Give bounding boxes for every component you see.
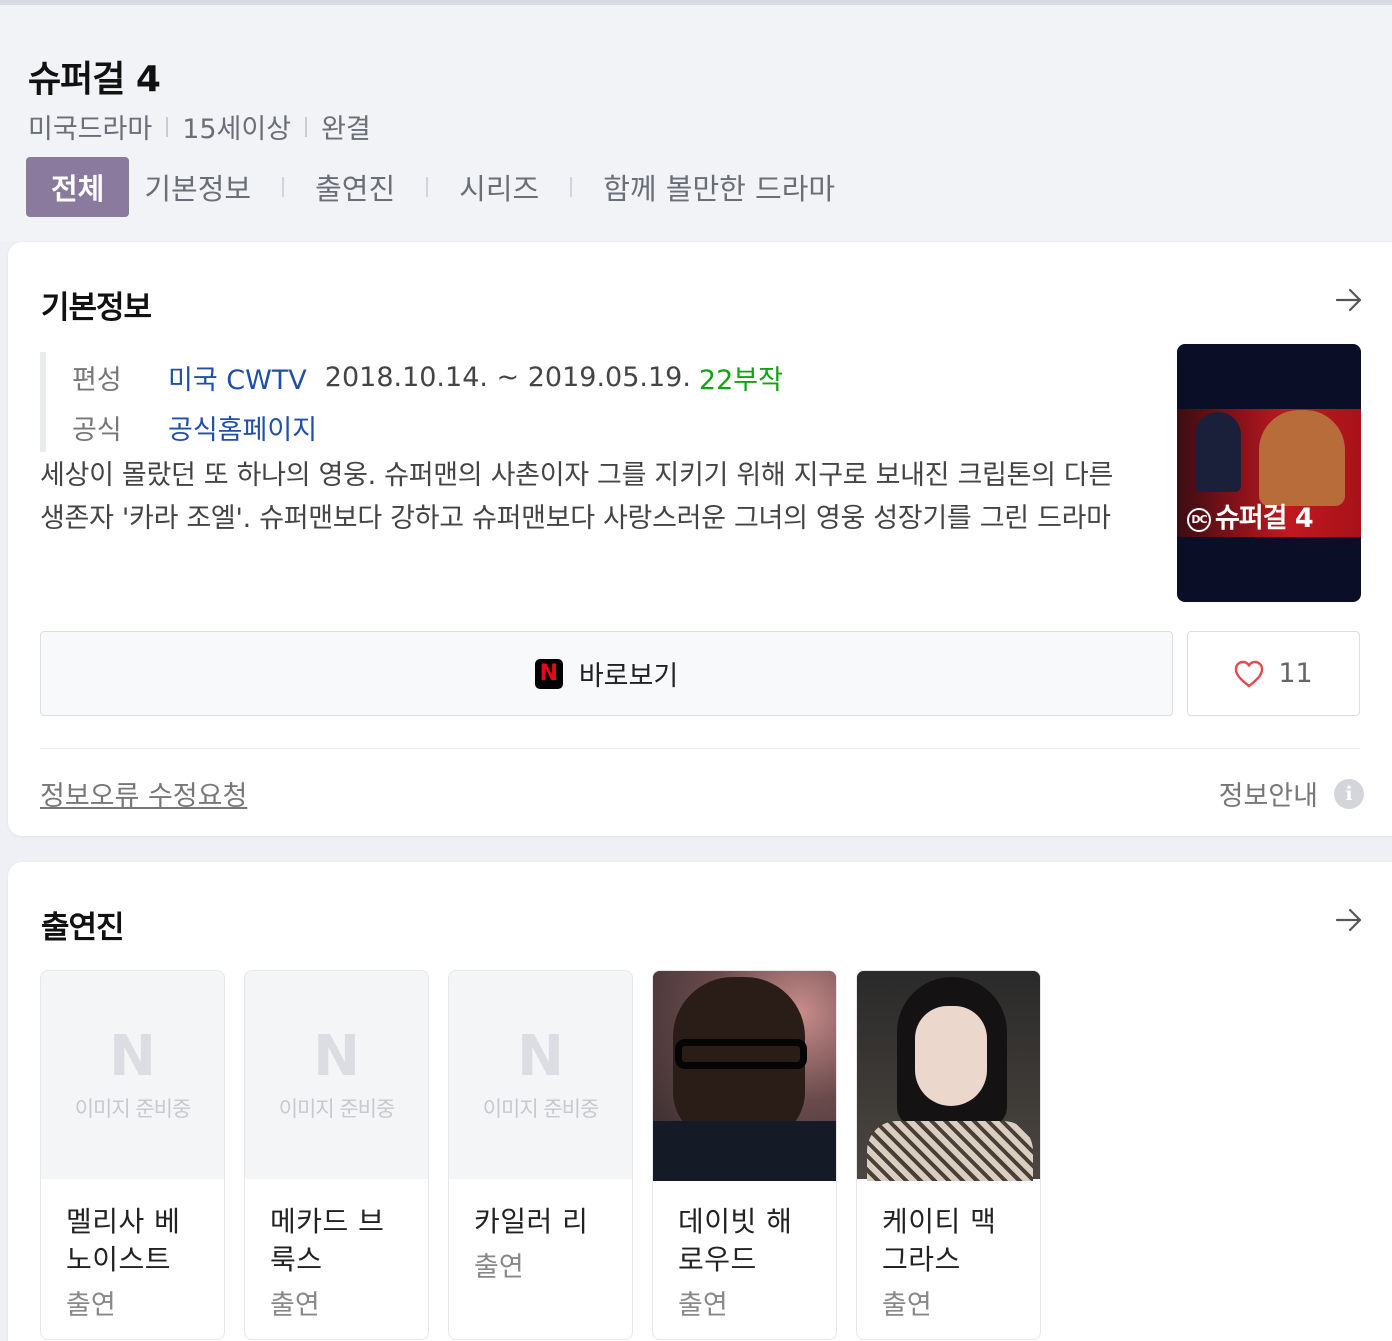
info-guide-link[interactable]: 정보안내 i bbox=[1219, 774, 1364, 813]
meta-rating: 15세이상 bbox=[182, 114, 292, 145]
basic-info-card: 기본정보 편성 미국 CWTV 2018.10.14. ~ 2019.05.19… bbox=[8, 242, 1392, 836]
netflix-icon: N bbox=[534, 658, 563, 689]
cast-name: 메카드 브룩스 bbox=[270, 1205, 385, 1276]
cast-name: 케이티 맥그라스 bbox=[882, 1205, 997, 1276]
cast-title: 출연진 bbox=[41, 910, 125, 946]
cast-role: 출연 bbox=[66, 1290, 116, 1321]
cast-role: 출연 bbox=[474, 1252, 524, 1283]
naver-placeholder-icon: N bbox=[109, 1024, 156, 1089]
naver-placeholder-icon: N bbox=[517, 1024, 564, 1089]
official-homepage-link[interactable]: 공식홈페이지 bbox=[168, 408, 317, 447]
placeholder-text: 이미지 준비중 bbox=[482, 1097, 600, 1121]
cast-photo bbox=[857, 971, 1040, 1181]
page-title: 슈퍼걸 4 bbox=[28, 59, 161, 100]
cast-image-placeholder: N 이미지 준비중 bbox=[41, 971, 224, 1179]
report-error-link[interactable]: 정보오류 수정요청 bbox=[40, 774, 247, 813]
poster-title-text: 슈퍼걸 4 bbox=[1215, 503, 1314, 534]
cast-image-placeholder: N 이미지 준비중 bbox=[449, 971, 632, 1179]
cast-role: 출연 bbox=[882, 1290, 932, 1321]
tab-cast[interactable]: 출연진 bbox=[300, 157, 410, 217]
photo-suit bbox=[653, 1121, 836, 1181]
info-guide-label: 정보안내 bbox=[1218, 781, 1318, 812]
cast-role: 출연 bbox=[270, 1290, 320, 1321]
naver-placeholder-icon: N bbox=[313, 1024, 360, 1089]
photo-glasses bbox=[675, 1039, 807, 1069]
meta-genre: 미국드라마 bbox=[28, 114, 153, 145]
watch-now-button[interactable]: N 바로보기 bbox=[40, 631, 1173, 716]
cast-item[interactable]: N 이미지 준비중 메카드 브룩스 출연 bbox=[244, 970, 429, 1340]
tab-separator bbox=[282, 177, 285, 197]
heart-icon bbox=[1235, 660, 1264, 687]
photo-dress bbox=[867, 1121, 1033, 1181]
arrow-right-icon[interactable] bbox=[1334, 905, 1364, 935]
meta-separator bbox=[305, 116, 308, 137]
meta-separator bbox=[166, 116, 169, 137]
cast-item[interactable]: 데이빗 해로우드 출연 bbox=[652, 970, 837, 1340]
cast-role: 출연 bbox=[678, 1290, 728, 1321]
broadcast-row: 편성 미국 CWTV 2018.10.14. ~ 2019.05.19. 22부… bbox=[72, 352, 783, 402]
official-label: 공식 bbox=[72, 414, 122, 446]
photo-face bbox=[915, 1006, 987, 1106]
cast-list: N 이미지 준비중 멜리사 베노이스트 출연 N 이미지 준비중 메카드 브룩스… bbox=[40, 970, 1060, 1340]
like-button[interactable]: 11 bbox=[1187, 631, 1360, 716]
basic-info-title: 기본정보 bbox=[41, 290, 152, 326]
cast-name: 카일러 리 bbox=[474, 1205, 589, 1238]
cast-image-placeholder: N 이미지 준비중 bbox=[245, 971, 428, 1179]
tab-separator bbox=[570, 177, 573, 197]
tab-separator bbox=[426, 177, 429, 197]
info-table: 편성 미국 CWTV 2018.10.14. ~ 2019.05.19. 22부… bbox=[40, 352, 783, 452]
official-row: 공식 공식홈페이지 bbox=[72, 402, 783, 452]
tab-similar-dramas[interactable]: 함께 볼만한 드라마 bbox=[588, 157, 850, 217]
arrow-right-icon[interactable] bbox=[1334, 285, 1364, 315]
placeholder-text: 이미지 준비중 bbox=[278, 1097, 396, 1121]
watch-now-label: 바로보기 bbox=[578, 661, 679, 692]
page-header: 슈퍼걸 4 미국드라마 15세이상 완결 전체 기본정보 출연진 시리즈 함께 … bbox=[0, 5, 1392, 241]
placeholder-text: 이미지 준비중 bbox=[74, 1097, 192, 1121]
cast-item[interactable]: 케이티 맥그라스 출연 bbox=[856, 970, 1041, 1340]
dc-logo: DC bbox=[1187, 507, 1211, 532]
cast-photo bbox=[653, 971, 836, 1181]
cast-name: 데이빗 해로우드 bbox=[678, 1205, 793, 1276]
cast-item[interactable]: N 이미지 준비중 카일러 리 출연 bbox=[448, 970, 633, 1340]
tab-all[interactable]: 전체 bbox=[26, 157, 130, 217]
tab-series[interactable]: 시리즈 bbox=[444, 157, 554, 217]
broadcast-period: 2018.10.14. ~ 2019.05.19. bbox=[324, 361, 691, 393]
info-icon: i bbox=[1334, 778, 1364, 809]
broadcast-label: 편성 bbox=[72, 364, 122, 396]
cast-name: 멜리사 베노이스트 bbox=[66, 1205, 181, 1276]
like-count: 11 bbox=[1278, 658, 1313, 689]
meta-status: 완결 bbox=[321, 114, 371, 145]
cast-card: 출연진 N 이미지 준비중 멜리사 베노이스트 출연 N 이미지 준비중 메카드… bbox=[8, 862, 1392, 1341]
synopsis: 세상이 몰랐던 또 하나의 영웅. 슈퍼맨의 사촌이자 그를 지키기 위해 지구… bbox=[40, 460, 1114, 534]
poster-image[interactable]: DC 슈퍼걸 4 bbox=[1177, 344, 1361, 602]
card-divider bbox=[40, 748, 1360, 749]
cast-item[interactable]: N 이미지 준비중 멜리사 베노이스트 출연 bbox=[40, 970, 225, 1340]
meta-info: 미국드라마 15세이상 완결 bbox=[28, 107, 371, 146]
poster-figure bbox=[1259, 410, 1345, 506]
channel-link[interactable]: 미국 CWTV bbox=[168, 358, 307, 397]
tab-bar: 전체 기본정보 출연진 시리즈 함께 볼만한 드라마 bbox=[26, 157, 850, 217]
poster-figure bbox=[1195, 412, 1241, 492]
poster-title: DC 슈퍼걸 4 bbox=[1187, 496, 1314, 535]
episode-count: 22부작 bbox=[698, 364, 783, 396]
tab-basic-info[interactable]: 기본정보 bbox=[129, 157, 266, 217]
